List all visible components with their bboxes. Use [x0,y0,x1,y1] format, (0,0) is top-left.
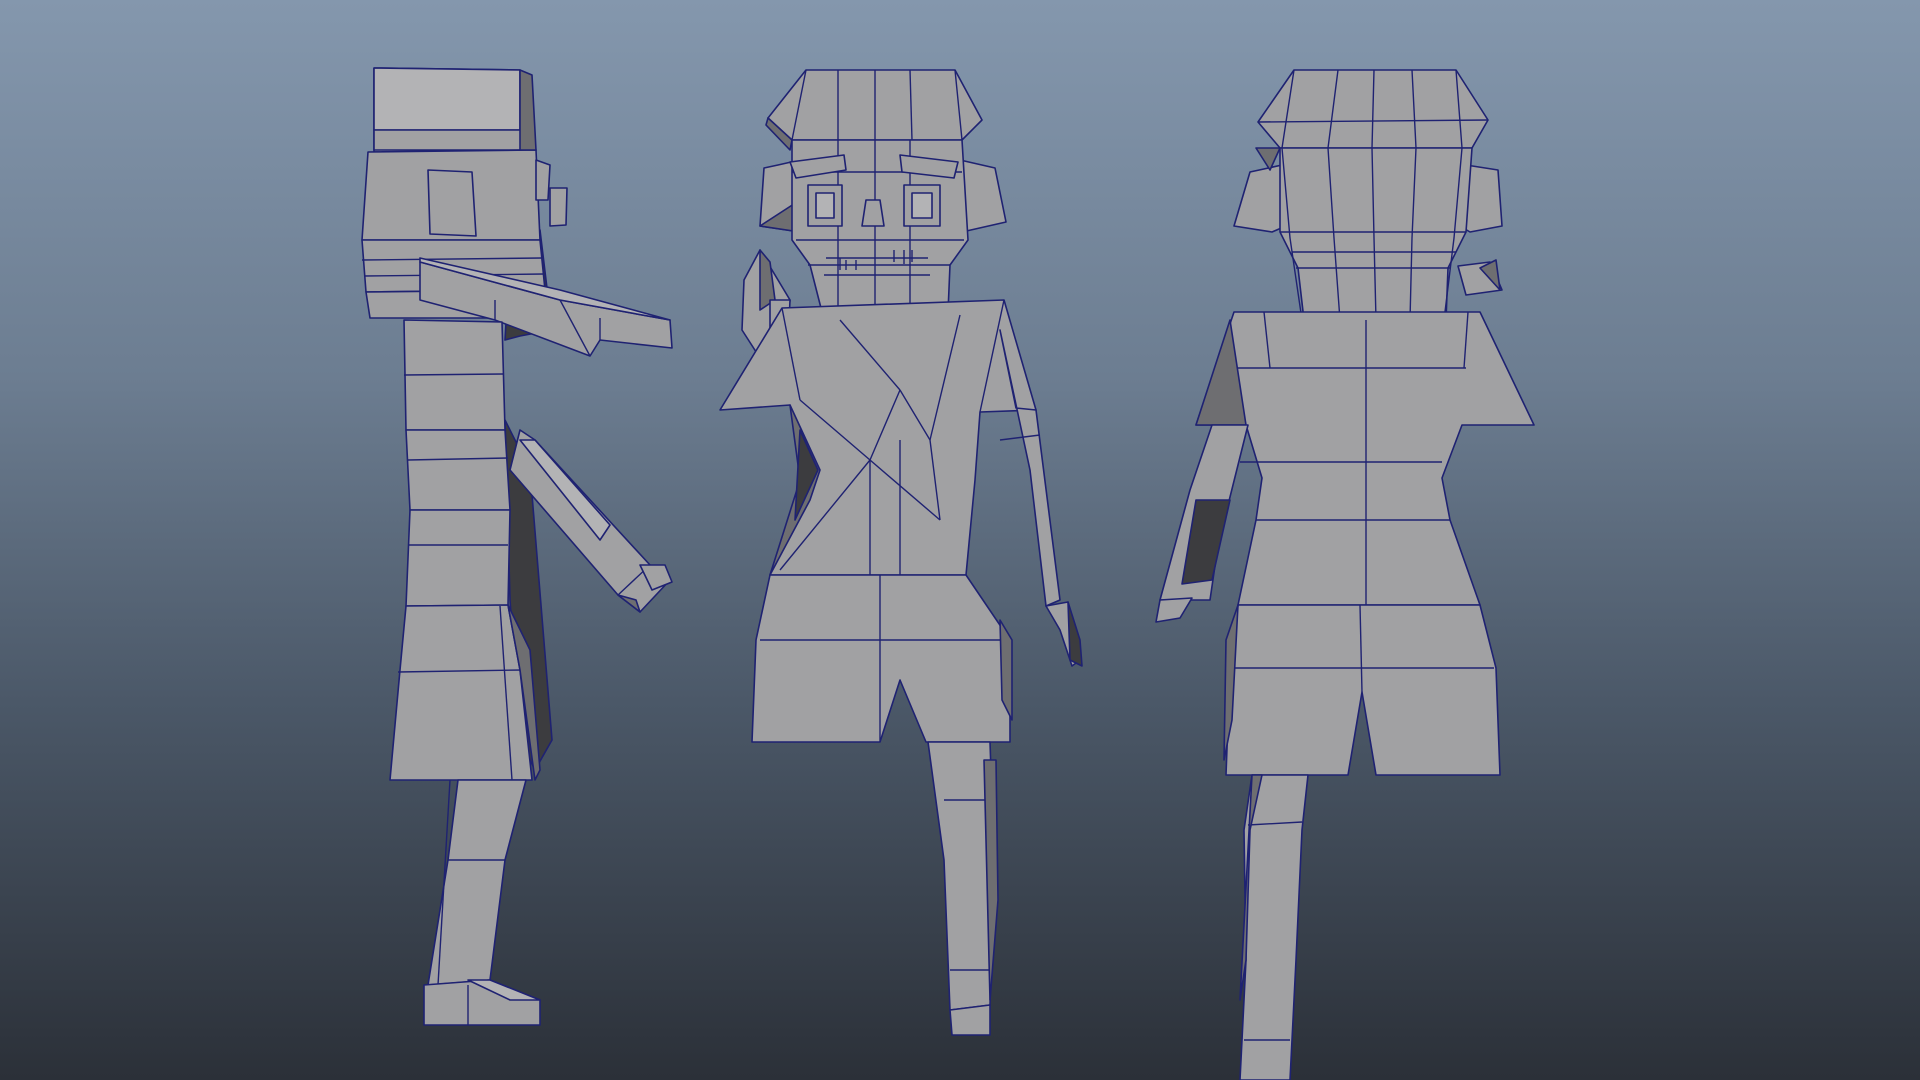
side-torso [403,319,511,607]
back-shorts [1223,604,1501,776]
3d-viewport[interactable] [0,0,1920,1080]
front-head [759,69,1007,313]
back-torso [1195,311,1535,606]
back-arm-lowered [1155,424,1249,623]
back-leg [1239,774,1309,1080]
back-view-model[interactable] [1155,69,1535,1080]
front-leg [927,741,999,1036]
front-view-model[interactable] [719,69,1083,1036]
side-view-model[interactable] [361,67,673,1026]
front-shorts [751,574,1013,743]
side-leg [423,779,541,1026]
side-skirt [389,604,541,781]
front-torso [719,299,1037,576]
back-head [1233,69,1503,321]
